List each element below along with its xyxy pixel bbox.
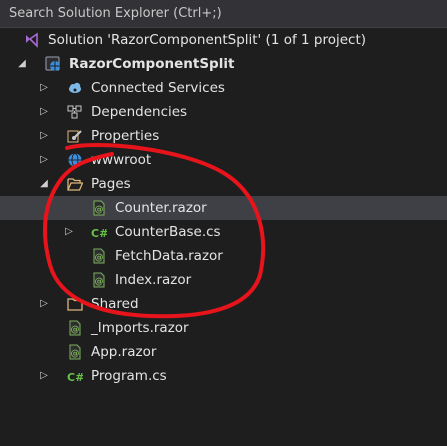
razor-file-icon: @ bbox=[67, 344, 83, 360]
tree-item-app-razor[interactable]: @ App.razor bbox=[0, 340, 447, 364]
solution-explorer-search-input[interactable]: Search Solution Explorer (Ctrl+;) bbox=[0, 0, 447, 28]
tree-item-solution[interactable]: Solution 'RazorComponentSplit' (1 of 1 p… bbox=[0, 28, 447, 52]
web-project-icon bbox=[45, 56, 61, 72]
svg-text:@: @ bbox=[95, 277, 104, 287]
svg-text:@: @ bbox=[95, 253, 104, 263]
folder-open-icon bbox=[67, 176, 84, 192]
razor-file-icon: @ bbox=[91, 272, 107, 288]
tree-item-program-cs[interactable]: ▷ C# Program.cs bbox=[0, 364, 447, 388]
tree-item-label: FetchData.razor bbox=[115, 248, 223, 264]
tree-item-wwwroot[interactable]: ▷ wwwroot bbox=[0, 148, 447, 172]
collapse-arrow-icon[interactable]: ◢ bbox=[38, 172, 50, 196]
tree-item-label: Solution 'RazorComponentSplit' (1 of 1 p… bbox=[48, 32, 367, 48]
tree-item-dependencies[interactable]: ▷ Dependencies bbox=[0, 100, 447, 124]
tree-item-shared[interactable]: ▷ Shared bbox=[0, 292, 447, 316]
csharp-file-icon: C# bbox=[91, 224, 108, 240]
tree-item-label: RazorComponentSplit bbox=[69, 56, 235, 72]
tree-item-index-razor[interactable]: @ Index.razor bbox=[0, 268, 447, 292]
tree-item-label: wwwroot bbox=[91, 152, 152, 168]
svg-text:@: @ bbox=[71, 349, 80, 359]
expand-arrow-icon[interactable]: ▷ bbox=[38, 292, 50, 316]
tree-item-imports-razor[interactable]: @ _Imports.razor bbox=[0, 316, 447, 340]
globe-icon bbox=[67, 152, 83, 168]
svg-text:@: @ bbox=[71, 325, 80, 335]
razor-file-icon: @ bbox=[91, 248, 107, 264]
expand-arrow-icon[interactable]: ▷ bbox=[38, 124, 50, 148]
tree-item-label: Connected Services bbox=[91, 80, 225, 96]
svg-text:C#: C# bbox=[67, 371, 83, 384]
dependencies-icon bbox=[67, 104, 83, 120]
tree-item-label: Dependencies bbox=[91, 104, 188, 120]
properties-icon bbox=[67, 128, 83, 144]
expand-arrow-icon[interactable]: ▷ bbox=[38, 76, 50, 100]
solution-tree: Solution 'RazorComponentSplit' (1 of 1 p… bbox=[0, 28, 447, 388]
razor-file-icon: @ bbox=[91, 200, 107, 216]
tree-item-label: Pages bbox=[91, 176, 131, 192]
tree-item-counterbase-cs[interactable]: ▷ C# CounterBase.cs bbox=[0, 220, 447, 244]
collapse-arrow-icon[interactable]: ◢ bbox=[16, 52, 28, 76]
tree-item-label: Counter.razor bbox=[115, 200, 207, 216]
folder-icon bbox=[67, 296, 83, 312]
tree-item-fetchdata-razor[interactable]: @ FetchData.razor bbox=[0, 244, 447, 268]
tree-item-label: Program.cs bbox=[91, 368, 167, 384]
tree-item-project[interactable]: ◢ RazorComponentSplit bbox=[0, 52, 447, 76]
tree-item-label: Properties bbox=[91, 128, 160, 144]
svg-text:C#: C# bbox=[91, 227, 107, 240]
connected-services-icon bbox=[67, 80, 83, 96]
solution-icon bbox=[24, 32, 40, 48]
expand-arrow-icon[interactable]: ▷ bbox=[38, 364, 50, 388]
expand-arrow-icon[interactable]: ▷ bbox=[38, 148, 50, 172]
tree-item-label: Shared bbox=[91, 296, 139, 312]
tree-item-counter-razor[interactable]: @ Counter.razor bbox=[0, 196, 447, 220]
svg-text:@: @ bbox=[95, 205, 104, 215]
tree-item-label: App.razor bbox=[91, 344, 157, 360]
tree-item-connected-services[interactable]: ▷ Connected Services bbox=[0, 76, 447, 100]
razor-file-icon: @ bbox=[67, 320, 83, 336]
tree-item-label: _Imports.razor bbox=[91, 320, 189, 336]
expand-arrow-icon[interactable]: ▷ bbox=[38, 100, 50, 124]
csharp-file-icon: C# bbox=[67, 368, 84, 384]
tree-item-label: CounterBase.cs bbox=[115, 224, 221, 240]
expand-arrow-icon[interactable]: ▷ bbox=[63, 220, 75, 244]
tree-item-properties[interactable]: ▷ Properties bbox=[0, 124, 447, 148]
tree-item-pages[interactable]: ◢ Pages bbox=[0, 172, 447, 196]
tree-item-label: Index.razor bbox=[115, 272, 192, 288]
